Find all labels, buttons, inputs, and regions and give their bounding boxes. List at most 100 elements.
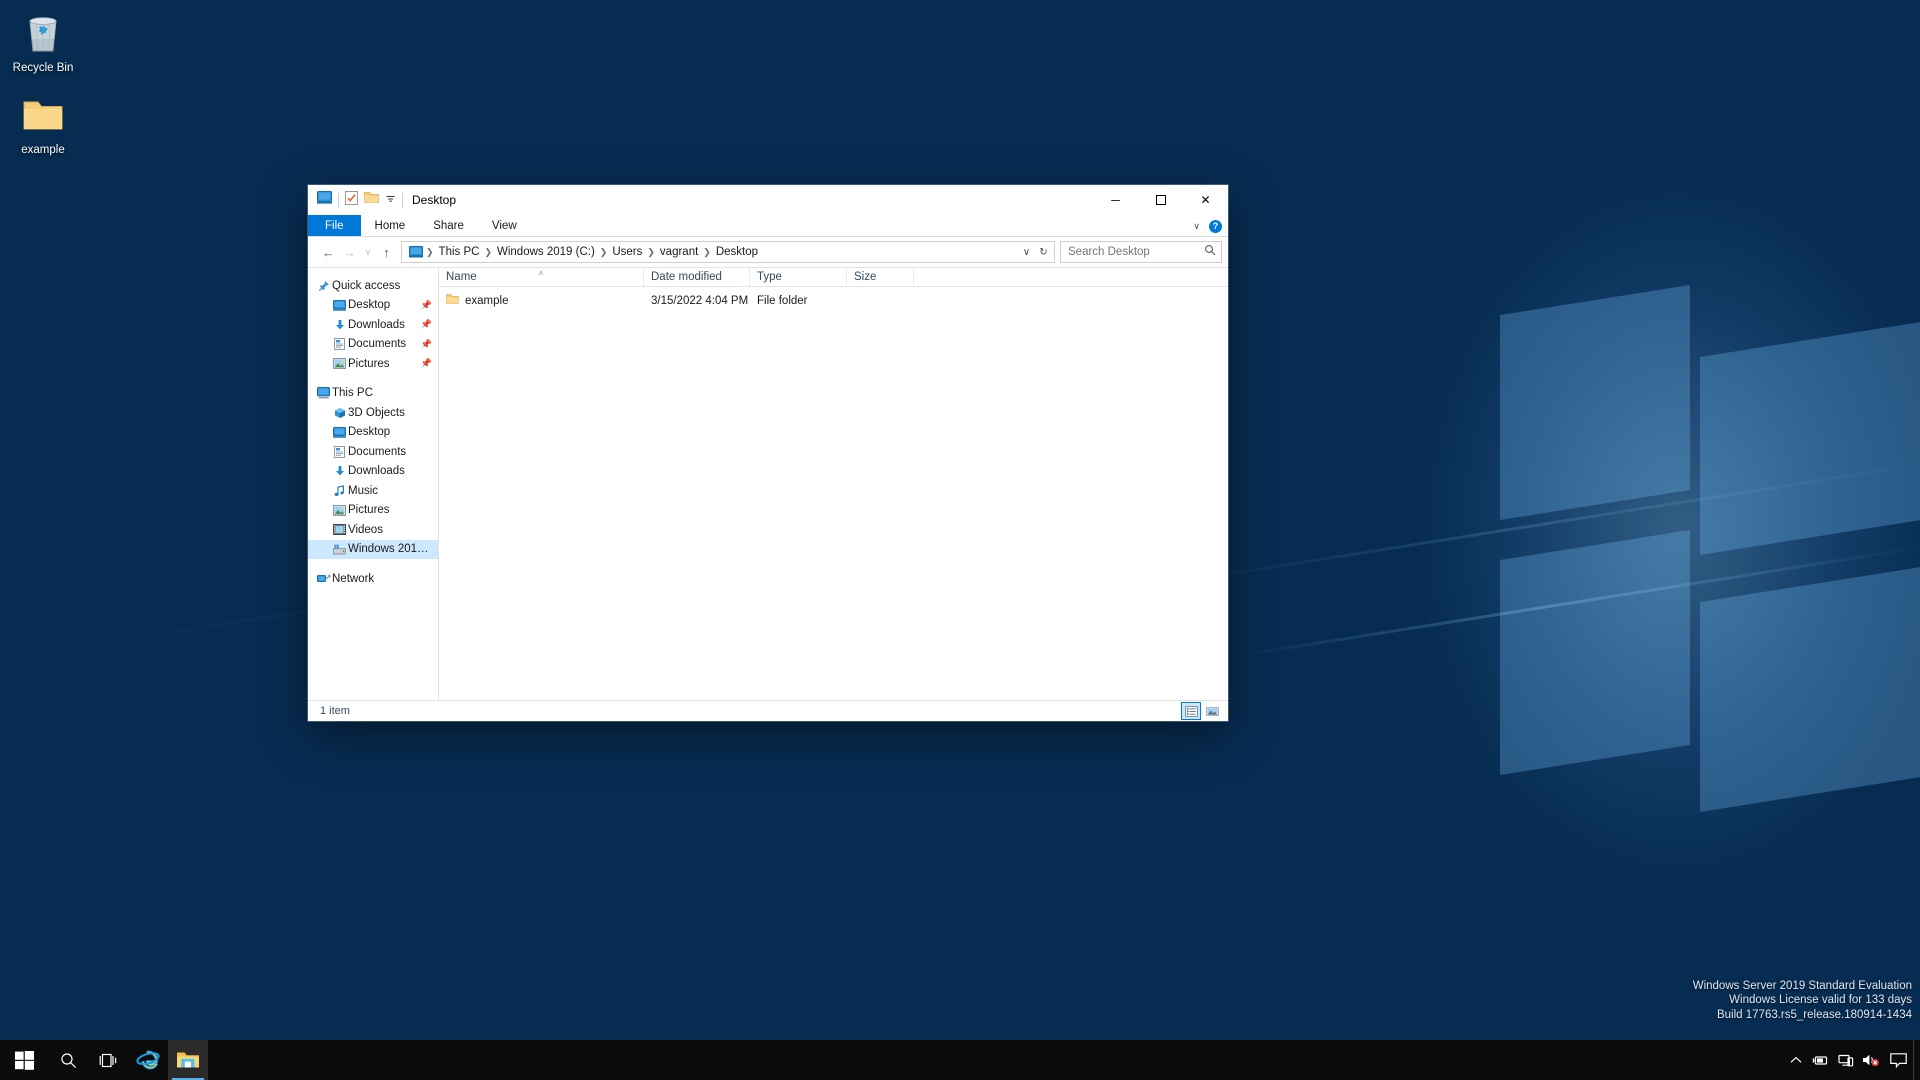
task-view-button[interactable] [88, 1040, 128, 1080]
column-header-type[interactable]: Type [750, 268, 847, 286]
sidebar-item-pictures-qa[interactable]: Pictures 📌 [308, 354, 438, 374]
address-dropdown-icon[interactable]: ∨ [1018, 242, 1035, 262]
file-name-label: example [465, 294, 509, 307]
documents-icon [331, 445, 348, 458]
view-toggle-buttons[interactable] [1181, 702, 1221, 720]
new-folder-icon[interactable] [364, 191, 379, 209]
tab-share[interactable]: Share [419, 215, 478, 236]
sidebar-item-label: Documents [348, 338, 407, 351]
start-button[interactable] [0, 1040, 48, 1080]
breadcrumb-item-users[interactable]: Users [608, 246, 646, 258]
up-button[interactable]: ↑ [376, 241, 397, 263]
address-root-icon[interactable] [406, 246, 425, 258]
details-view-button[interactable] [1181, 702, 1201, 720]
wallpaper-pane [1700, 318, 1920, 556]
tab-home[interactable]: Home [361, 215, 420, 236]
sidebar-item-this-pc[interactable]: This PC [308, 384, 438, 404]
address-bar-row[interactable]: ← → ∨ ↑ ❯ This PC ❯ Windows 2019 (C:) ❯ … [308, 237, 1228, 267]
customize-dropdown-icon[interactable] [385, 191, 396, 209]
power-icon[interactable] [1808, 1040, 1833, 1080]
sidebar-item-label: Desktop [348, 299, 391, 312]
sidebar-item-label: Downloads [348, 465, 405, 478]
breadcrumb-item-windows-2019-c[interactable]: Windows 2019 (C:) [493, 246, 599, 258]
sidebar-item-label: This PC [332, 387, 373, 400]
search-input[interactable] [1068, 246, 1200, 258]
sidebar-item-windows-2019-c[interactable]: Windows 2019 (C:) [308, 539, 438, 559]
folder-icon [0, 90, 86, 140]
properties-icon[interactable] [345, 190, 358, 210]
breadcrumb[interactable]: ❯ This PC ❯ Windows 2019 (C:) ❯ Users ❯ … [425, 246, 1018, 258]
file-rows[interactable]: example 3/15/2022 4:04 PM File folder [439, 287, 1228, 700]
address-bar[interactable]: ❯ This PC ❯ Windows 2019 (C:) ❯ Users ❯ … [401, 241, 1055, 263]
recent-locations-button[interactable]: ∨ [360, 241, 376, 263]
column-header-name[interactable]: Name ˄ [439, 268, 644, 286]
file-name-cell[interactable]: example [439, 293, 644, 308]
address-bar-buttons[interactable]: ∨ ↻ [1018, 242, 1052, 262]
qat-separator [402, 192, 403, 208]
sidebar-item-documents-qa[interactable]: Documents 📌 [308, 335, 438, 355]
sidebar-item-videos[interactable]: Videos [308, 520, 438, 540]
breadcrumb-item-this-pc[interactable]: This PC [435, 246, 484, 258]
sidebar-item-desktop-qa[interactable]: Desktop 📌 [308, 296, 438, 316]
search-button[interactable] [48, 1040, 88, 1080]
forward-button[interactable]: → [339, 241, 360, 263]
maximize-button[interactable] [1138, 185, 1183, 215]
column-header-size[interactable]: Size [847, 268, 914, 286]
taskbar[interactable] [0, 1040, 1920, 1080]
ribbon-tab-strip[interactable]: File Home Share View ∨ ? [308, 215, 1228, 237]
minimize-button[interactable]: ─ [1093, 185, 1138, 215]
breadcrumb-item-vagrant[interactable]: vagrant [656, 246, 702, 258]
network-icon[interactable] [1833, 1040, 1858, 1080]
sidebar-item-quick-access[interactable]: Quick access [308, 276, 438, 296]
sidebar-item-desktop-pc[interactable]: Desktop [308, 423, 438, 443]
sidebar-item-label: Network [332, 572, 375, 585]
sidebar-item-documents-pc[interactable]: Documents [308, 442, 438, 462]
sidebar-item-pictures-pc[interactable]: Pictures [308, 501, 438, 521]
sidebar-item-music[interactable]: Music [308, 481, 438, 501]
ribbon-right-controls[interactable]: ∨ ? [1193, 215, 1222, 237]
file-explorer-window[interactable]: Desktop ─ ✕ File Home Share View ∨ ? ← →… [308, 185, 1228, 721]
file-explorer-button[interactable] [168, 1040, 208, 1080]
internet-explorer-button[interactable] [128, 1040, 168, 1080]
window-controls[interactable]: ─ ✕ [1093, 185, 1228, 215]
tab-view[interactable]: View [478, 215, 531, 236]
column-header-label: Size [854, 271, 877, 283]
expand-ribbon-icon[interactable]: ∨ [1193, 221, 1200, 232]
sidebar-item-label: Videos [348, 523, 383, 536]
table-row[interactable]: example 3/15/2022 4:04 PM File folder [439, 291, 1228, 310]
volume-muted-icon[interactable] [1858, 1040, 1883, 1080]
sidebar-group-spacer [308, 374, 438, 384]
help-button[interactable]: ? [1209, 219, 1222, 233]
tab-file[interactable]: File [308, 215, 361, 236]
downloads-icon [331, 319, 348, 331]
system-tray[interactable] [1783, 1040, 1920, 1080]
desktop-icon-example[interactable]: example [0, 90, 86, 157]
this-pc-icon [315, 387, 332, 399]
sidebar-item-downloads-qa[interactable]: Downloads 📌 [308, 315, 438, 335]
file-list-pane[interactable]: Name ˄ Date modified Type Size example 3… [439, 268, 1228, 700]
pictures-icon [331, 504, 348, 516]
breadcrumb-separator: ❯ [484, 246, 492, 257]
large-icons-view-button[interactable] [1203, 703, 1221, 719]
title-bar[interactable]: Desktop ─ ✕ [308, 185, 1228, 215]
navigation-pane[interactable]: Quick access Desktop 📌 Downloads 📌 Docum… [308, 268, 439, 700]
sidebar-item-label: Documents [348, 445, 407, 458]
sidebar-group-spacer [308, 559, 438, 569]
sidebar-item-network[interactable]: Network [308, 569, 438, 589]
show-desktop-button[interactable] [1913, 1040, 1920, 1080]
close-button[interactable]: ✕ [1183, 185, 1228, 215]
search-box[interactable] [1060, 241, 1222, 263]
search-icon[interactable] [1204, 243, 1216, 261]
column-headers[interactable]: Name ˄ Date modified Type Size [439, 268, 1228, 287]
breadcrumb-item-desktop[interactable]: Desktop [712, 246, 762, 258]
action-center-button[interactable] [1883, 1040, 1913, 1080]
show-hidden-icons-button[interactable] [1783, 1040, 1808, 1080]
sidebar-item-3d-objects[interactable]: 3D Objects [308, 403, 438, 423]
qat-separator [338, 192, 339, 208]
back-button[interactable]: ← [318, 241, 339, 263]
quick-access-toolbar[interactable] [308, 190, 403, 210]
refresh-icon[interactable]: ↻ [1035, 242, 1052, 262]
column-header-date-modified[interactable]: Date modified [644, 268, 750, 286]
desktop-icon-recycle-bin[interactable]: Recycle Bin [0, 8, 86, 75]
sidebar-item-downloads-pc[interactable]: Downloads [308, 462, 438, 482]
